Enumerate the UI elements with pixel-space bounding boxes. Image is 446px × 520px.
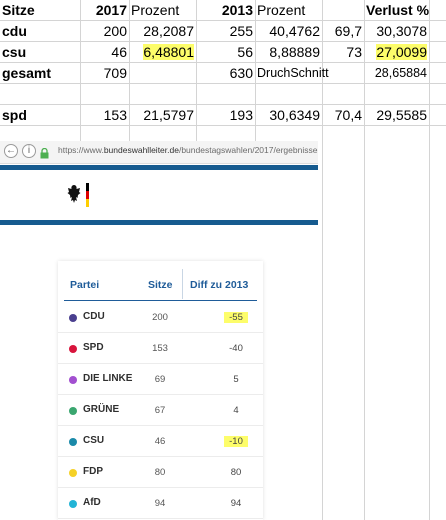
table-row: CSU 46 -10 bbox=[58, 427, 263, 457]
url-path: /bundestagswahlen/2017/ergebnisse bbox=[178, 145, 318, 155]
header-party: Partei bbox=[70, 279, 100, 291]
party-color-dot bbox=[69, 407, 77, 415]
party-name: DIE LINKE bbox=[83, 373, 133, 384]
grid-line bbox=[0, 83, 446, 84]
party-diff: -10 bbox=[224, 436, 248, 447]
table-row: GRÜNE 67 4 bbox=[58, 396, 263, 426]
party-color-dot bbox=[69, 345, 77, 353]
party-name: GRÜNE bbox=[83, 404, 120, 415]
cell-c6[interactable]: 21,5797 bbox=[129, 105, 196, 125]
grid-line bbox=[0, 125, 446, 126]
cell-a3[interactable]: csu bbox=[0, 42, 80, 62]
cell-c1[interactable]: Prozent bbox=[129, 0, 196, 20]
header-bar-bottom bbox=[0, 220, 318, 225]
header-underline bbox=[64, 300, 257, 301]
table-row: SPD 153 -40 bbox=[58, 334, 263, 364]
back-icon: ← bbox=[4, 144, 18, 158]
info-icon: i bbox=[22, 144, 36, 158]
party-name: SPD bbox=[83, 342, 104, 353]
header-separator bbox=[182, 269, 183, 299]
cell-c3[interactable]: 6,48801 bbox=[129, 42, 196, 62]
cell-g2[interactable]: 30,3078 bbox=[364, 21, 429, 41]
party-seats: 69 bbox=[154, 374, 166, 385]
grid-line bbox=[429, 0, 430, 520]
cell-e1[interactable]: Prozent bbox=[255, 0, 322, 20]
url-domain: bundeswahlleiter.de bbox=[103, 145, 179, 155]
party-name: AfD bbox=[83, 497, 101, 508]
eagle-logo-icon bbox=[67, 184, 81, 204]
results-table: Partei Sitze Diff zu 2013 CDU 200 -55 SPD 15… bbox=[58, 261, 263, 520]
party-name: FDP bbox=[83, 466, 103, 477]
highlighted-value: 27,0099 bbox=[376, 44, 427, 60]
header-bar bbox=[0, 165, 318, 170]
table-row: CDU 200 -55 bbox=[58, 303, 263, 333]
embedded-browser-screenshot: ← i https://www.bundeswahlleiter.de/bund… bbox=[0, 141, 318, 520]
table-row: FDP 80 80 bbox=[58, 458, 263, 488]
party-color-dot bbox=[69, 438, 77, 446]
party-diff: 5 bbox=[233, 374, 239, 385]
table-row: DIE LINKE 69 5 bbox=[58, 365, 263, 395]
cell-d2[interactable]: 255 bbox=[196, 21, 255, 41]
party-diff: -40 bbox=[229, 343, 243, 354]
cell-f2[interactable]: 69,7 bbox=[322, 21, 364, 41]
party-name: CSU bbox=[83, 435, 105, 446]
cell-e4[interactable]: DruchSchnitt bbox=[255, 63, 364, 83]
cell-g3[interactable]: 27,0099 bbox=[364, 42, 429, 62]
table-row: AfD 94 94 bbox=[58, 489, 263, 519]
cell-a4[interactable]: gesamt bbox=[0, 63, 80, 83]
german-flag-icon bbox=[86, 183, 89, 207]
cell-g6[interactable]: 29,5585 bbox=[364, 105, 429, 125]
party-color-dot bbox=[69, 314, 77, 322]
cell-a2[interactable]: cdu bbox=[0, 21, 80, 41]
cell-c2[interactable]: 28,2087 bbox=[129, 21, 196, 41]
party-seats: 153 bbox=[152, 343, 168, 354]
cell-b3[interactable]: 46 bbox=[80, 42, 129, 62]
cell-b1[interactable]: 2017 bbox=[80, 0, 129, 20]
party-color-dot bbox=[69, 500, 77, 508]
cell-f6[interactable]: 70,4 bbox=[322, 105, 364, 125]
party-seats: 46 bbox=[154, 436, 166, 447]
cell-e2[interactable]: 40,4762 bbox=[255, 21, 322, 41]
cell-b4[interactable]: 709 bbox=[80, 63, 129, 83]
cell-d4[interactable]: 630 bbox=[196, 63, 255, 83]
cell-a1[interactable]: Sitze bbox=[0, 0, 80, 20]
header-seats: Sitze bbox=[148, 279, 173, 291]
cell-a6[interactable]: spd bbox=[0, 105, 80, 125]
cell-b2[interactable]: 200 bbox=[80, 21, 129, 41]
cell-b6[interactable]: 153 bbox=[80, 105, 129, 125]
cell-d6[interactable]: 193 bbox=[196, 105, 255, 125]
party-diff: 80 bbox=[230, 467, 242, 478]
cell-e3[interactable]: 8,88889 bbox=[255, 42, 322, 62]
party-seats: 200 bbox=[152, 312, 168, 323]
party-diff: -55 bbox=[224, 312, 248, 323]
cell-g4[interactable]: 28,65884 bbox=[364, 63, 429, 83]
cell-e6[interactable]: 30,6349 bbox=[255, 105, 322, 125]
party-diff: 94 bbox=[230, 498, 242, 509]
party-seats: 94 bbox=[154, 498, 166, 509]
url-text: https://www.bundeswahlleiter.de/bundesta… bbox=[58, 145, 317, 155]
party-color-dot bbox=[69, 469, 77, 477]
header-diff: Diff zu 2013 bbox=[190, 279, 249, 291]
address-bar: ← i https://www.bundeswahlleiter.de/bund… bbox=[0, 141, 318, 164]
highlighted-value: 6,48801 bbox=[143, 44, 194, 60]
party-seats: 80 bbox=[154, 467, 166, 478]
party-color-dot bbox=[69, 376, 77, 384]
cell-d3[interactable]: 56 bbox=[196, 42, 255, 62]
party-diff: 4 bbox=[233, 405, 239, 416]
cell-f3[interactable]: 73 bbox=[322, 42, 364, 62]
party-name: CDU bbox=[83, 311, 105, 322]
party-seats: 67 bbox=[154, 405, 166, 416]
cell-g1[interactable]: Verlust % bbox=[364, 0, 429, 20]
url-prefix: https://www. bbox=[58, 145, 104, 155]
cell-d1[interactable]: 2013 bbox=[196, 0, 255, 20]
lock-icon bbox=[40, 146, 49, 159]
